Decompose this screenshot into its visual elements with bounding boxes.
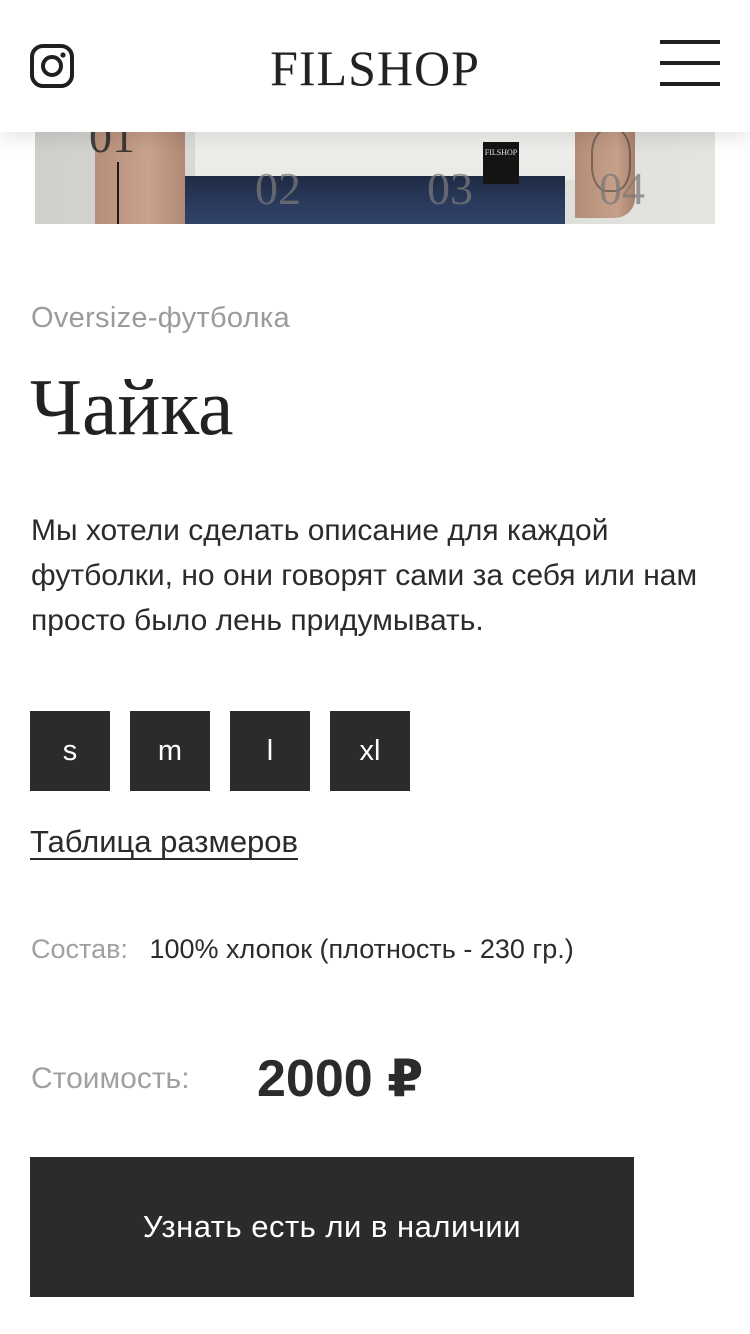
product-description: Мы хотели сделать описание для каждой фу… — [31, 514, 698, 637]
size-option-l[interactable]: l — [230, 711, 310, 791]
size-option-xl[interactable]: xl — [330, 711, 410, 791]
size-option-s[interactable]: s — [30, 711, 110, 791]
slide-number-2[interactable]: 02 — [255, 166, 301, 212]
price-value: 2000 ₽ — [257, 1050, 424, 1108]
product-photo-gallery[interactable]: FILSHOP 01 02 03 04 — [35, 118, 715, 224]
slide-number-3[interactable]: 03 — [427, 166, 473, 212]
active-slide-indicator — [117, 162, 119, 224]
price-label: Стоимость: — [31, 1062, 190, 1095]
size-table-link[interactable]: Таблица размеров — [30, 824, 298, 860]
site-logo[interactable]: FILSHOP — [0, 38, 750, 98]
menu-line — [660, 40, 720, 44]
menu-line — [660, 82, 720, 86]
product-category: Oversize-футболка — [31, 302, 290, 334]
price: Стоимость: 2000 ₽ — [31, 1048, 423, 1108]
tshirt-brand-label: FILSHOP — [483, 142, 519, 184]
size-option-m[interactable]: m — [130, 711, 210, 791]
hamburger-menu-icon[interactable] — [660, 40, 720, 88]
site-header: FILSHOP — [0, 0, 750, 132]
size-selector: s m l xl — [30, 711, 410, 791]
product-title: Чайка — [30, 364, 234, 452]
composition-value: 100% хлопок (плотность - 230 гр.) — [149, 934, 574, 964]
composition-label: Состав: — [31, 934, 128, 964]
composition: Состав: 100% хлопок (плотность - 230 гр.… — [31, 932, 574, 966]
tshirt-brand-label-text: FILSHOP — [484, 148, 518, 157]
check-availability-button[interactable]: Узнать есть ли в наличии — [30, 1157, 634, 1297]
slide-number-4[interactable]: 04 — [599, 166, 645, 212]
menu-line — [660, 61, 720, 65]
